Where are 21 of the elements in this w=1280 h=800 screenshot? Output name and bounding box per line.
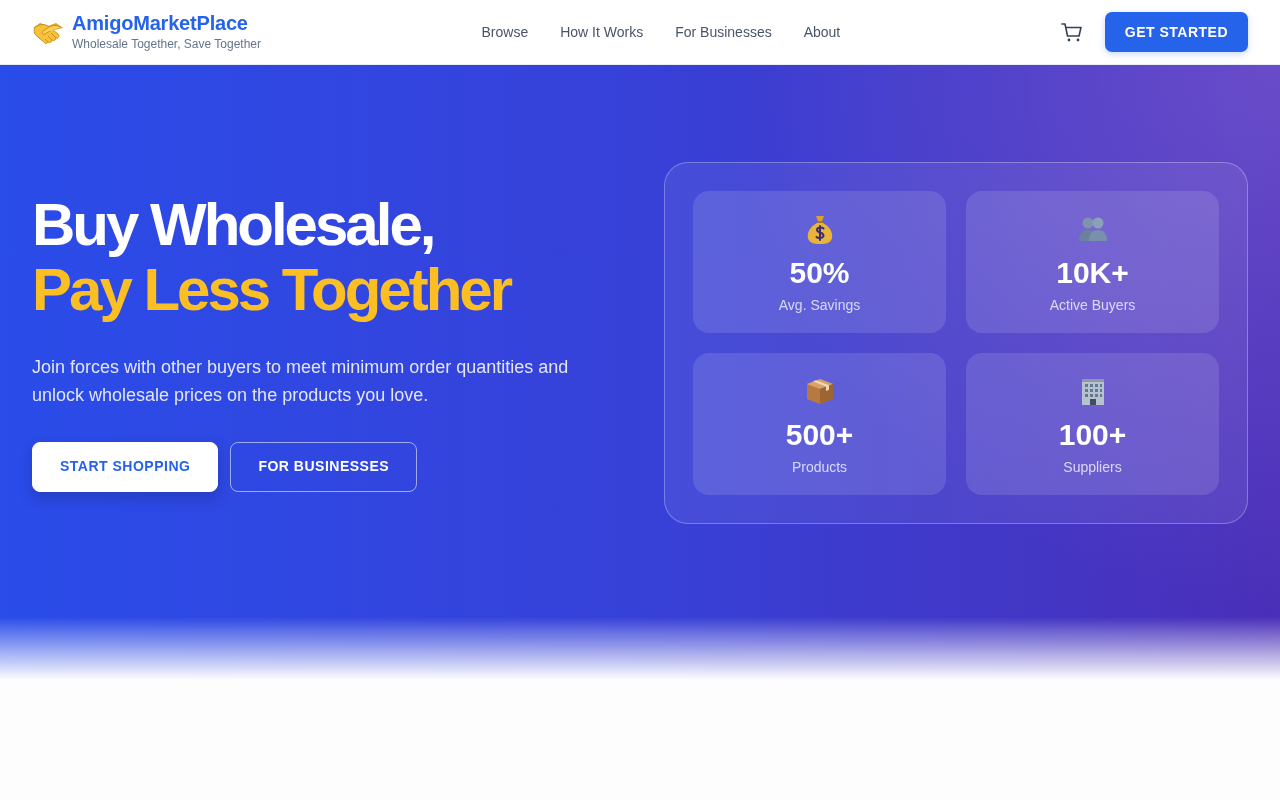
stat-label: Avg. Savings (778, 297, 861, 312)
nav-link[interactable]: Browse (481, 17, 529, 47)
stat-value: 100+ (1058, 419, 1127, 450)
get-started-button[interactable]: GET STARTED (1104, 12, 1248, 52)
for-businesses-button[interactable]: FOR BUSINESSES (230, 441, 418, 492)
nav-link[interactable]: For Businesses (675, 17, 772, 47)
nav-link[interactable]: How It Works (560, 17, 644, 47)
stat-value: 500+ (785, 419, 854, 450)
brand-name: AmigoMarketPlace (72, 11, 249, 35)
nav-link[interactable]: About (803, 17, 841, 47)
stat-label: Products (791, 459, 848, 474)
brand-tagline: Wholesale Together, Save Together (72, 36, 262, 53)
hero-description: Join forces with other buyers to meet minimum order quantities and unlock wholesale prices on the products you love. (32, 355, 570, 408)
cart-icon[interactable] (1060, 22, 1083, 42)
stat-value: 50% (789, 257, 850, 288)
stat-label: Active Buyers (1049, 297, 1136, 312)
stat-value: 10K+ (1056, 257, 1129, 288)
hero-title: Buy Wholesale, (32, 193, 435, 259)
start-shopping-button[interactable]: START SHOPPING (32, 441, 219, 492)
stat-label: Suppliers (1063, 459, 1122, 474)
hero-title-highlight: Pay Less Together (32, 258, 512, 323)
